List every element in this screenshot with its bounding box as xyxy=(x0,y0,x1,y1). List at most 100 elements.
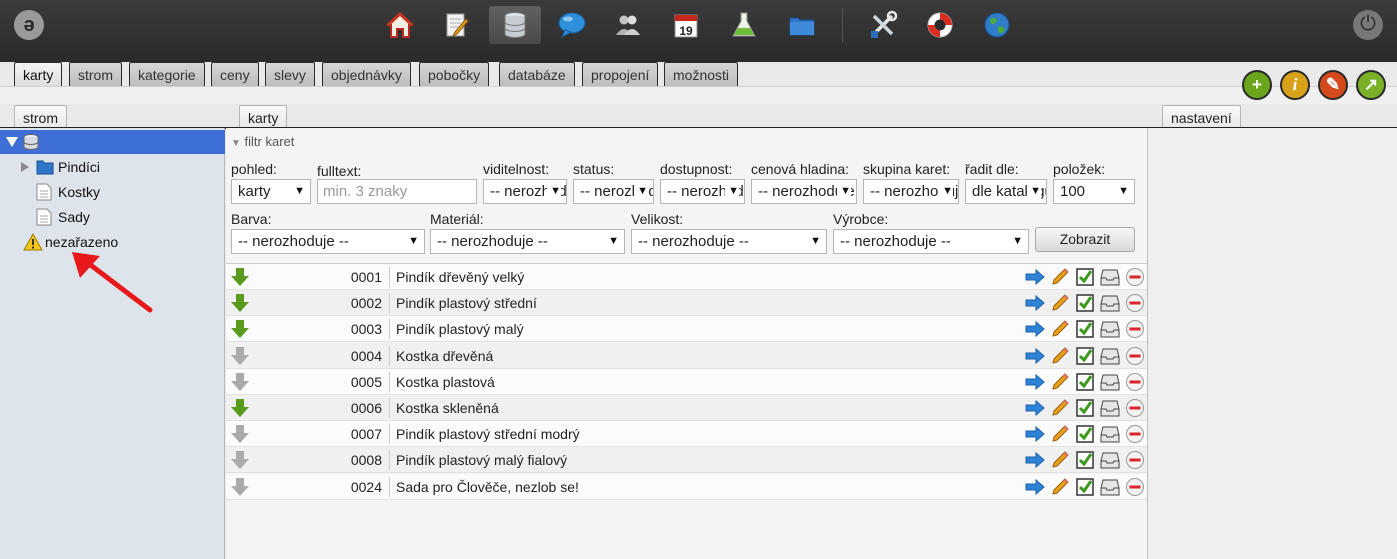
table-row[interactable]: 0008 Pindík plastový malý fialový xyxy=(226,447,1147,473)
panel-tab-nastaveni[interactable]: nastavení xyxy=(1162,105,1241,129)
app-logo[interactable]: ə xyxy=(14,10,44,40)
archive-icon[interactable] xyxy=(1099,371,1121,393)
archive-icon[interactable] xyxy=(1099,423,1121,445)
table-row[interactable]: 0007 Pindík plastový střední modrý xyxy=(226,421,1147,447)
checkbox-icon[interactable] xyxy=(1074,371,1096,393)
tab-databaze[interactable]: databáze xyxy=(499,62,575,86)
calendar-icon[interactable]: 19 xyxy=(660,6,712,44)
hidden-arrow-icon[interactable] xyxy=(230,372,250,392)
table-row[interactable]: 0001 Pindík dřevěný velký xyxy=(226,264,1147,290)
info-icon[interactable]: i xyxy=(1280,70,1310,100)
users-icon[interactable] xyxy=(602,6,654,44)
select-dostupnost[interactable]: -- nerozhoduje --▼ xyxy=(660,179,745,204)
pencil-icon[interactable] xyxy=(1049,345,1071,367)
pencil-icon[interactable] xyxy=(1049,423,1071,445)
forward-icon[interactable] xyxy=(1024,397,1046,419)
archive-icon[interactable] xyxy=(1099,449,1121,471)
tab-kategorie[interactable]: kategorie xyxy=(129,62,205,86)
table-row[interactable]: 0006 Kostka skleněná xyxy=(226,395,1147,421)
hidden-arrow-icon[interactable] xyxy=(230,424,250,444)
table-row[interactable]: 0003 Pindík plastový malý xyxy=(226,316,1147,342)
archive-icon[interactable] xyxy=(1099,292,1121,314)
select-cenova-hladina[interactable]: -- nerozhoduje --▼ xyxy=(751,179,857,204)
checkbox-icon[interactable] xyxy=(1074,292,1096,314)
remove-icon[interactable] xyxy=(1124,292,1146,314)
row-name[interactable]: Pindík dřevěný velký xyxy=(396,264,524,290)
pencil-icon[interactable] xyxy=(1049,371,1071,393)
checkbox-icon[interactable] xyxy=(1074,345,1096,367)
remove-icon[interactable] xyxy=(1124,397,1146,419)
tab-strom[interactable]: strom xyxy=(69,62,122,86)
checkbox-icon[interactable] xyxy=(1074,423,1096,445)
archive-icon[interactable] xyxy=(1099,345,1121,367)
checkbox-icon[interactable] xyxy=(1074,318,1096,340)
visible-arrow-icon[interactable] xyxy=(230,319,250,339)
pencil-icon[interactable] xyxy=(1049,449,1071,471)
hidden-arrow-icon[interactable] xyxy=(230,346,250,366)
select-vyrobce[interactable]: -- nerozhoduje -- ▼ xyxy=(833,229,1029,254)
remove-icon[interactable] xyxy=(1124,345,1146,367)
row-name[interactable]: Pindík plastový střední modrý xyxy=(396,421,580,447)
tab-karty[interactable]: karty xyxy=(14,62,63,86)
power-icon[interactable]: ⏻ xyxy=(1353,10,1383,40)
visible-arrow-icon[interactable] xyxy=(230,398,250,418)
forward-icon[interactable] xyxy=(1024,371,1046,393)
checkbox-icon[interactable] xyxy=(1074,449,1096,471)
remove-icon[interactable] xyxy=(1124,476,1146,498)
table-row[interactable]: 0024 Sada pro Člověče, nezlob se! xyxy=(226,474,1147,500)
visible-arrow-icon[interactable] xyxy=(230,293,250,313)
archive-icon[interactable] xyxy=(1099,318,1121,340)
forward-icon[interactable] xyxy=(1024,345,1046,367)
remove-icon[interactable] xyxy=(1124,371,1146,393)
home-icon[interactable] xyxy=(374,6,426,44)
forward-icon[interactable] xyxy=(1024,292,1046,314)
row-name[interactable]: Pindík plastový malý xyxy=(396,316,524,342)
pencil-icon[interactable] xyxy=(1049,397,1071,419)
select-barva[interactable]: -- nerozhoduje -- ▼ xyxy=(231,229,425,254)
hidden-arrow-icon[interactable] xyxy=(230,450,250,470)
table-row[interactable]: 0004 Kostka dřevěná xyxy=(226,343,1147,369)
globe-icon[interactable] xyxy=(971,6,1023,44)
hidden-arrow-icon[interactable] xyxy=(230,477,250,497)
archive-icon[interactable] xyxy=(1099,476,1121,498)
checkbox-icon[interactable] xyxy=(1074,397,1096,419)
pencil-icon[interactable] xyxy=(1049,318,1071,340)
expand-arrow-icon[interactable] xyxy=(6,137,18,147)
forward-icon[interactable] xyxy=(1024,266,1046,288)
select-viditelnost[interactable]: -- nerozhoduje --▼ xyxy=(483,179,567,204)
remove-icon[interactable] xyxy=(1124,266,1146,288)
tab-moznosti[interactable]: možnosti xyxy=(664,62,739,86)
pencil-icon[interactable] xyxy=(1049,476,1071,498)
remove-icon[interactable] xyxy=(1124,423,1146,445)
select-pohled[interactable]: karty ▼ xyxy=(231,179,311,204)
select-velikost[interactable]: -- nerozhoduje -- ▼ xyxy=(631,229,827,254)
edit-document-icon[interactable] xyxy=(430,6,482,44)
tools-icon[interactable] xyxy=(857,6,909,44)
row-name[interactable]: Sada pro Člověče, nezlob se! xyxy=(396,474,579,500)
tab-ceny[interactable]: ceny xyxy=(211,62,259,86)
panel-tab-strom[interactable]: strom xyxy=(14,105,67,129)
row-name[interactable]: Kostka plastová xyxy=(396,369,495,395)
tab-objednavky[interactable]: objednávky xyxy=(322,62,411,86)
forward-icon[interactable] xyxy=(1024,423,1046,445)
checkbox-icon[interactable] xyxy=(1074,476,1096,498)
tree-item-kostky[interactable]: Kostky xyxy=(36,181,100,203)
tab-slevy[interactable]: slevy xyxy=(265,62,315,86)
pencil-icon[interactable] xyxy=(1049,266,1071,288)
filter-toggle[interactable]: ▼ filtr karet xyxy=(231,134,294,149)
forward-icon[interactable] xyxy=(1024,318,1046,340)
tree-item-pindici[interactable]: Pindíci xyxy=(20,156,100,178)
chat-icon[interactable] xyxy=(546,6,598,44)
panel-tab-karty[interactable]: karty xyxy=(239,105,288,129)
tab-pobocky[interactable]: pobočky xyxy=(419,62,490,86)
visible-arrow-icon[interactable] xyxy=(230,267,250,287)
wrench-icon[interactable]: ✎ xyxy=(1318,70,1348,100)
row-name[interactable]: Pindík plastový malý fialový xyxy=(396,447,567,473)
flask-icon[interactable] xyxy=(718,6,770,44)
archive-icon[interactable] xyxy=(1099,266,1121,288)
checkbox-icon[interactable] xyxy=(1074,266,1096,288)
row-name[interactable]: Kostka dřevěná xyxy=(396,343,493,369)
zobrazit-button[interactable]: Zobrazit xyxy=(1035,227,1135,252)
select-polozek[interactable]: 100 ▼ xyxy=(1053,179,1135,204)
lifebuoy-icon[interactable] xyxy=(914,6,966,44)
